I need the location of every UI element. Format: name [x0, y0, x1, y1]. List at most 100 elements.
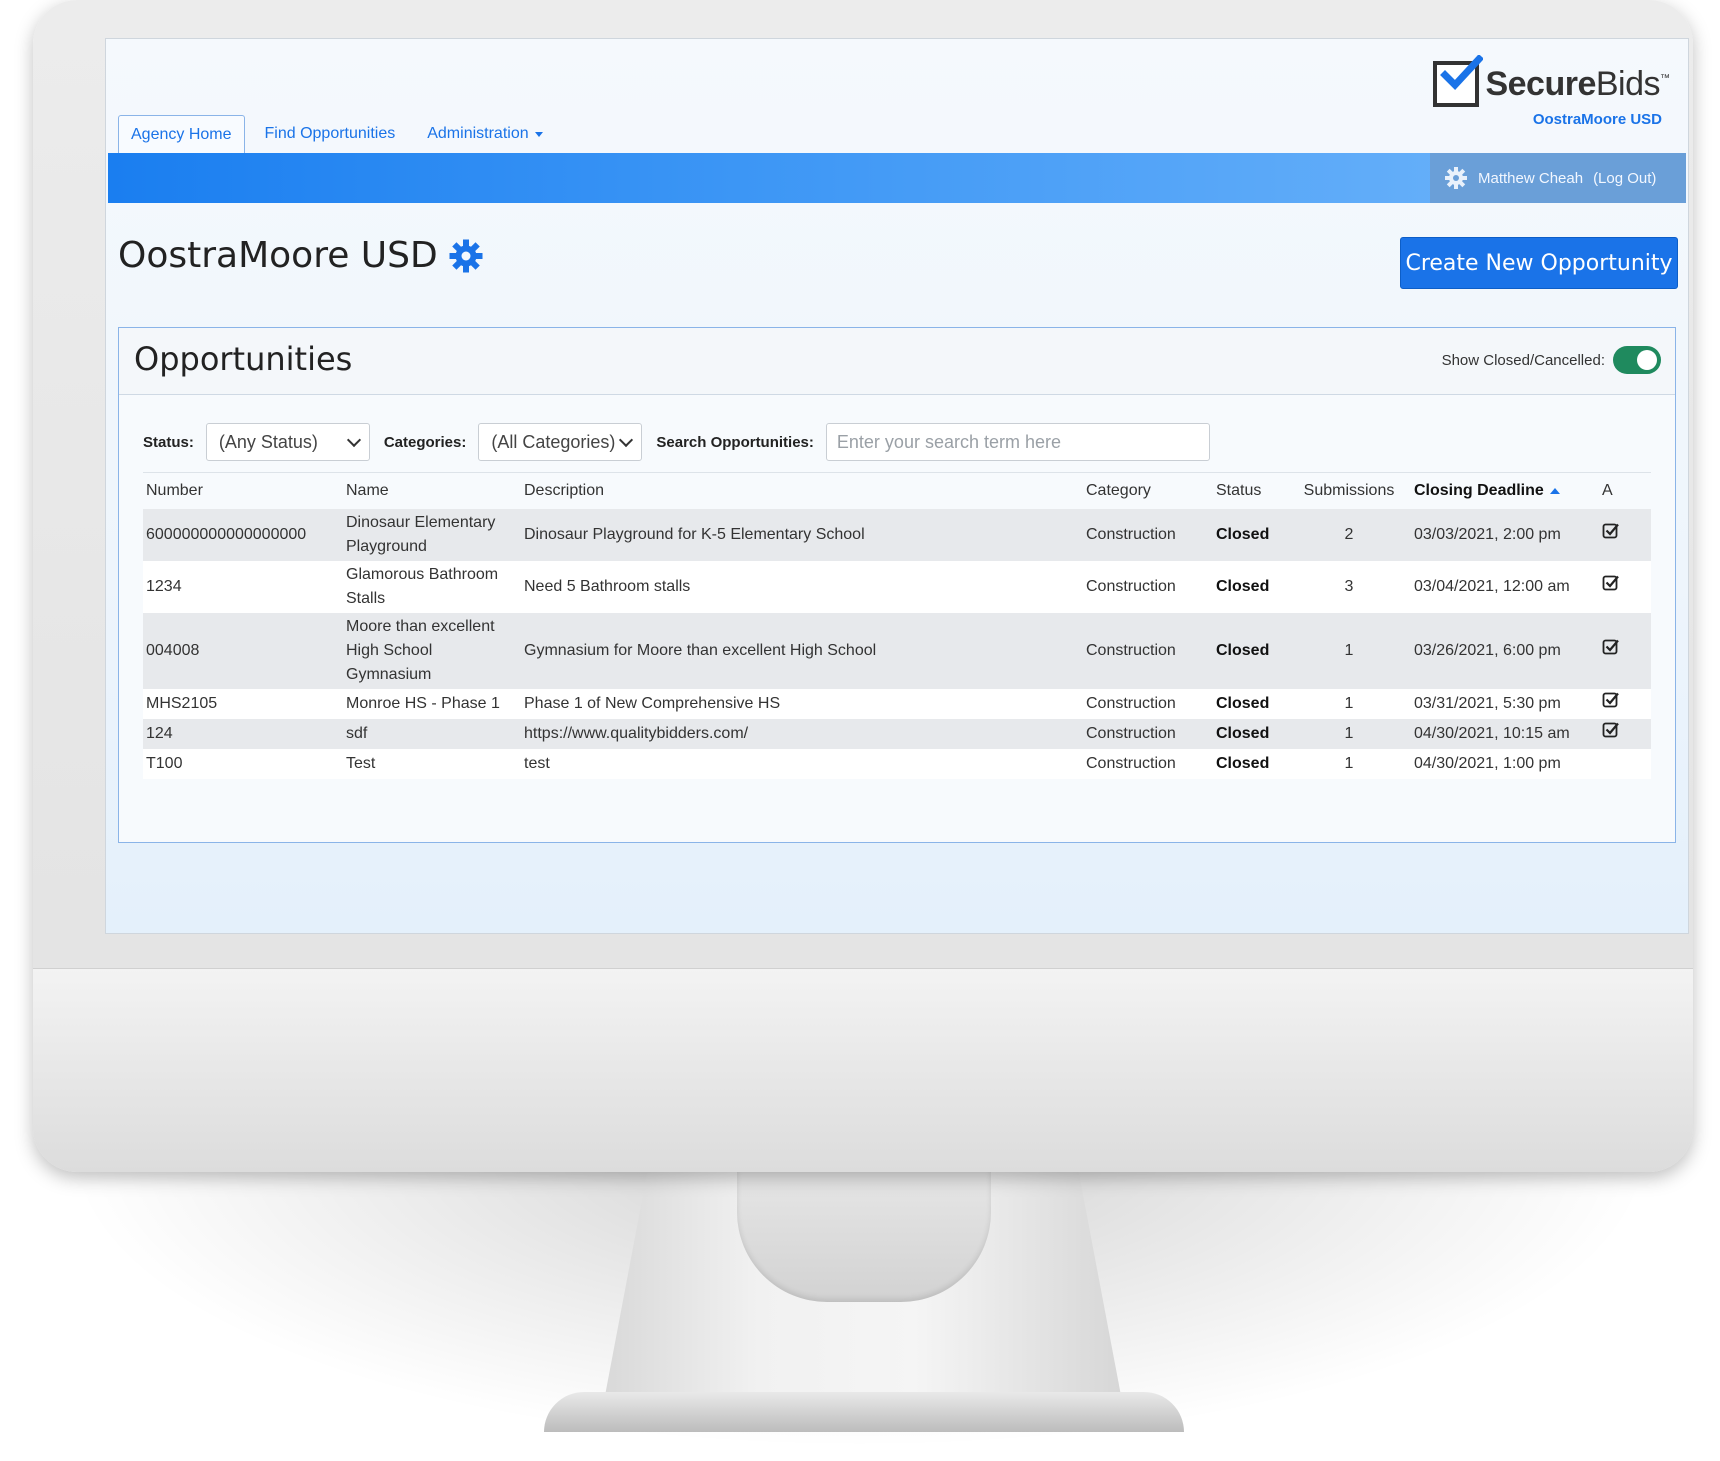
chevron-down-icon — [346, 432, 361, 448]
tab-label: Administration — [427, 125, 529, 142]
toggle-label: Show Closed/Cancelled: — [1441, 351, 1605, 369]
cell-number: T100 — [143, 749, 343, 779]
logo-trademark: ™ — [1660, 73, 1670, 84]
cell-category: Construction — [1083, 509, 1213, 561]
status-select-value: (Any Status) — [218, 431, 318, 452]
table-header-row: Number Name Description Category Status … — [143, 472, 1651, 509]
checkbox-checked-icon[interactable] — [1602, 638, 1620, 656]
cell-status: Closed — [1213, 509, 1287, 561]
cell-name: Monroe HS - Phase 1 — [343, 689, 521, 719]
cell-closing-deadline: 03/26/2021, 6:00 pm — [1411, 613, 1599, 689]
page-title: OostraMoore USD — [118, 235, 484, 276]
cell-status: Closed — [1213, 613, 1287, 689]
cell-status: Closed — [1213, 561, 1287, 613]
cell-name: sdf — [343, 719, 521, 749]
brand: SecureBids ™ OostraMoore USD — [1430, 55, 1670, 128]
cell-description: https://www.qualitybidders.com/ — [521, 719, 1083, 749]
show-closed-toggle[interactable] — [1613, 346, 1661, 374]
status-select[interactable]: (Any Status) — [205, 423, 370, 461]
cell-number: MHS2105 — [143, 689, 343, 719]
column-header-a[interactable]: A — [1599, 472, 1651, 509]
table-row[interactable]: 004008 Moore than excellent High School G… — [143, 613, 1651, 689]
search-label: Search Opportunities: — [656, 433, 814, 451]
cell-closing-deadline: 04/30/2021, 10:15 am — [1411, 719, 1599, 749]
column-header-description[interactable]: Description — [521, 472, 1083, 509]
tab-administration[interactable]: Administration — [415, 115, 554, 153]
cell-status: Closed — [1213, 719, 1287, 749]
categories-select[interactable]: (All Categories) — [478, 423, 643, 461]
cell-category: Construction — [1083, 689, 1213, 719]
nav-tabs: Agency Home Find Opportunities Administr… — [118, 115, 563, 153]
table-row[interactable]: 124 sdf https://www.qualitybidders.com/Con… — [143, 719, 1651, 749]
caret-down-icon — [534, 131, 543, 137]
panel-header: Opportunities Show Closed/Cancelled: — [119, 328, 1675, 395]
search-input[interactable] — [825, 423, 1210, 461]
cell-description: Gymnasium for Moore than excellent High … — [521, 613, 1083, 689]
app-screen: Agency Home Find Opportunities Administr… — [105, 38, 1689, 934]
gear-icon[interactable] — [1444, 166, 1468, 190]
cell-status: Closed — [1213, 749, 1287, 779]
column-header-status[interactable]: Status — [1213, 472, 1287, 509]
tab-label: Agency Home — [131, 125, 232, 143]
cell-name: Dinosaur Elementary Playground — [343, 509, 521, 561]
opportunities-table: Number Name Description Category Status … — [143, 472, 1651, 779]
monitor-stand-notch — [737, 1172, 991, 1302]
cell-a — [1599, 509, 1651, 561]
cell-number: 1234 — [143, 561, 343, 613]
column-header-closing-deadline[interactable]: Closing Deadline — [1411, 472, 1599, 509]
column-header-number[interactable]: Number — [143, 472, 343, 509]
status-filter-label: Status: — [143, 433, 194, 451]
cell-name: Glamorous Bathroom Stalls — [343, 561, 521, 613]
cell-description: test — [521, 749, 1083, 779]
panel-title: Opportunities — [134, 340, 353, 378]
cell-submissions: 3 — [1287, 561, 1411, 613]
table-row[interactable]: 1234 Glamorous Bathroom Stalls Need 5 Bath… — [143, 561, 1651, 613]
cell-name: Test — [343, 749, 521, 779]
cell-a — [1599, 561, 1651, 613]
checkbox-checked-icon[interactable] — [1602, 522, 1620, 540]
monitor-chin — [33, 968, 1693, 1172]
cell-a — [1599, 689, 1651, 719]
checkbox-checked-icon[interactable] — [1602, 574, 1620, 592]
top-bar: Matthew Cheah (Log Out) — [108, 153, 1686, 203]
cell-a — [1599, 749, 1651, 779]
cell-description: Need 5 Bathroom stalls — [521, 561, 1083, 613]
show-closed-toggle-wrap: Show Closed/Cancelled: — [1442, 346, 1661, 374]
logo-text: SecureBids — [1485, 64, 1660, 103]
cell-name: Moore than excellent High School Gymnasi… — [343, 613, 521, 689]
cell-closing-deadline: 03/03/2021, 2:00 pm — [1411, 509, 1599, 561]
cell-closing-deadline: 03/31/2021, 5:30 pm — [1411, 689, 1599, 719]
chevron-down-icon — [619, 432, 634, 448]
brand-org-name: OostraMoore USD — [1532, 111, 1662, 128]
cell-number: 600000000000000000 — [143, 509, 343, 561]
toggle-knob — [1637, 350, 1657, 370]
gear-icon[interactable] — [448, 238, 484, 274]
checkbox-checked-icon[interactable] — [1602, 691, 1620, 709]
create-new-opportunity-button[interactable]: Create New Opportunity — [1400, 237, 1678, 289]
opportunities-panel: Opportunities Show Closed/Cancelled: Sta… — [118, 327, 1676, 843]
column-header-name[interactable]: Name — [343, 472, 521, 509]
checkbox-checked-icon[interactable] — [1602, 721, 1620, 739]
cell-submissions: 1 — [1287, 613, 1411, 689]
table-row[interactable]: 600000000000000000 Dinosaur Elementary Pl… — [143, 509, 1651, 561]
user-name[interactable]: Matthew Cheah — [1478, 170, 1583, 187]
tab-find-opportunities[interactable]: Find Opportunities — [253, 115, 408, 153]
cell-closing-deadline: 04/30/2021, 1:00 pm — [1411, 749, 1599, 779]
logout-link[interactable]: (Log Out) — [1593, 170, 1656, 187]
cell-description: Dinosaur Playground for K-5 Elementary S… — [521, 509, 1083, 561]
column-header-category[interactable]: Category — [1083, 472, 1213, 509]
user-menu: Matthew Cheah (Log Out) — [1430, 153, 1686, 203]
cell-submissions: 1 — [1287, 689, 1411, 719]
checkbox-logo-icon — [1433, 55, 1484, 107]
cell-a — [1599, 719, 1651, 749]
table-row[interactable]: MHS2105 Monroe HS - Phase 1 Phase 1 of New… — [143, 689, 1651, 719]
column-header-submissions[interactable]: Submissions — [1287, 472, 1411, 509]
cell-submissions: 1 — [1287, 719, 1411, 749]
monitor-stand-base — [544, 1392, 1184, 1432]
tab-agency-home[interactable]: Agency Home — [118, 115, 245, 153]
table-row[interactable]: T100 Test test Construction Closed 1 04/30/202… — [143, 749, 1651, 779]
page-title-text: OostraMoore USD — [118, 235, 438, 276]
cell-submissions: 2 — [1287, 509, 1411, 561]
cell-closing-deadline: 03/04/2021, 12:00 am — [1411, 561, 1599, 613]
cell-category: Construction — [1083, 613, 1213, 689]
